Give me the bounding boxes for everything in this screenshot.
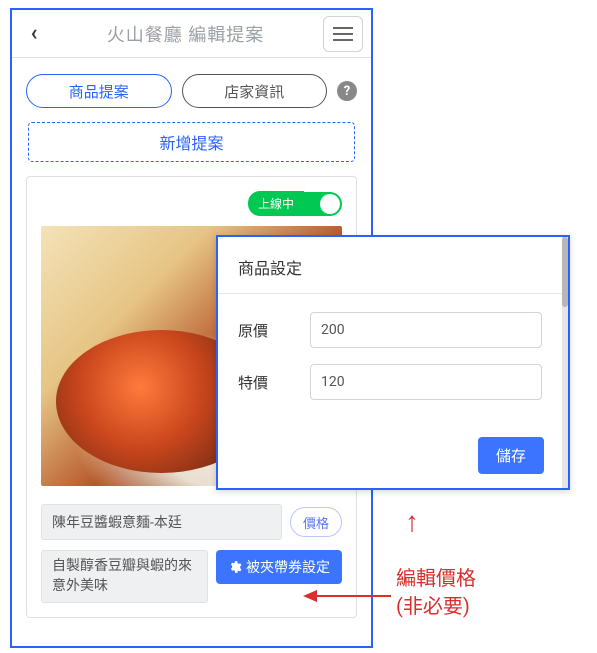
tab-product-proposal[interactable]: 商品提案 [26,74,172,108]
tab-store-info[interactable]: 店家資訊 [182,74,328,108]
page-title: 火山餐廳 編輯提案 [48,21,323,47]
description-row: 自製醇香豆瓣與蝦的來意外美味 被夾帶券設定 [41,550,342,603]
coupon-settings-button[interactable]: 被夾帶券設定 [216,550,342,584]
product-description-field[interactable]: 自製醇香豆瓣與蝦的來意外美味 [41,550,208,603]
annotation-line-1: 編輯價格 [396,566,476,590]
hamburger-icon [333,27,353,29]
special-price-input[interactable]: 120 [310,364,542,400]
original-price-label: 原價 [238,320,310,341]
switch-knob [320,194,340,214]
dialog-body: 原價 200 特價 120 [218,294,562,434]
annotation-arrow-left-icon [303,584,393,612]
dialog-scrollbar[interactable] [562,237,568,488]
online-switch[interactable]: 上線中 [248,191,342,216]
name-row: 陳年豆醬蝦意麵-本廷 價格 [41,504,342,540]
annotation-text: 編輯價格 (非必要) [396,564,476,620]
dialog-title: 商品設定 [218,237,562,294]
dialog-footer: 儲存 [478,437,544,474]
status-badge: 上線中 [248,191,304,216]
status-row: 上線中 [41,191,342,216]
switch-track [304,192,342,216]
coupon-button-label: 被夾帶券設定 [246,557,330,577]
annotation-line-2: (非必要) [396,594,470,618]
price-button[interactable]: 價格 [290,507,342,537]
original-price-row: 原價 200 [238,312,542,348]
back-icon[interactable]: ‹ [20,21,48,46]
tabs-row: 商品提案 店家資訊 ? [12,58,371,116]
original-price-input[interactable]: 200 [310,312,542,348]
help-icon[interactable]: ? [337,81,357,101]
top-bar: ‹ 火山餐廳 編輯提案 [12,10,371,58]
save-button[interactable]: 儲存 [478,437,544,474]
special-price-row: 特價 120 [238,364,542,400]
menu-button[interactable] [323,16,363,52]
product-name-field[interactable]: 陳年豆醬蝦意麵-本廷 [41,504,282,540]
annotation-arrow-up-icon: ↑ [405,505,419,538]
special-price-label: 特價 [238,372,310,393]
add-proposal-button[interactable]: 新增提案 [28,122,355,162]
gear-icon [228,560,242,574]
product-settings-dialog: 商品設定 原價 200 特價 120 儲存 [216,235,570,490]
